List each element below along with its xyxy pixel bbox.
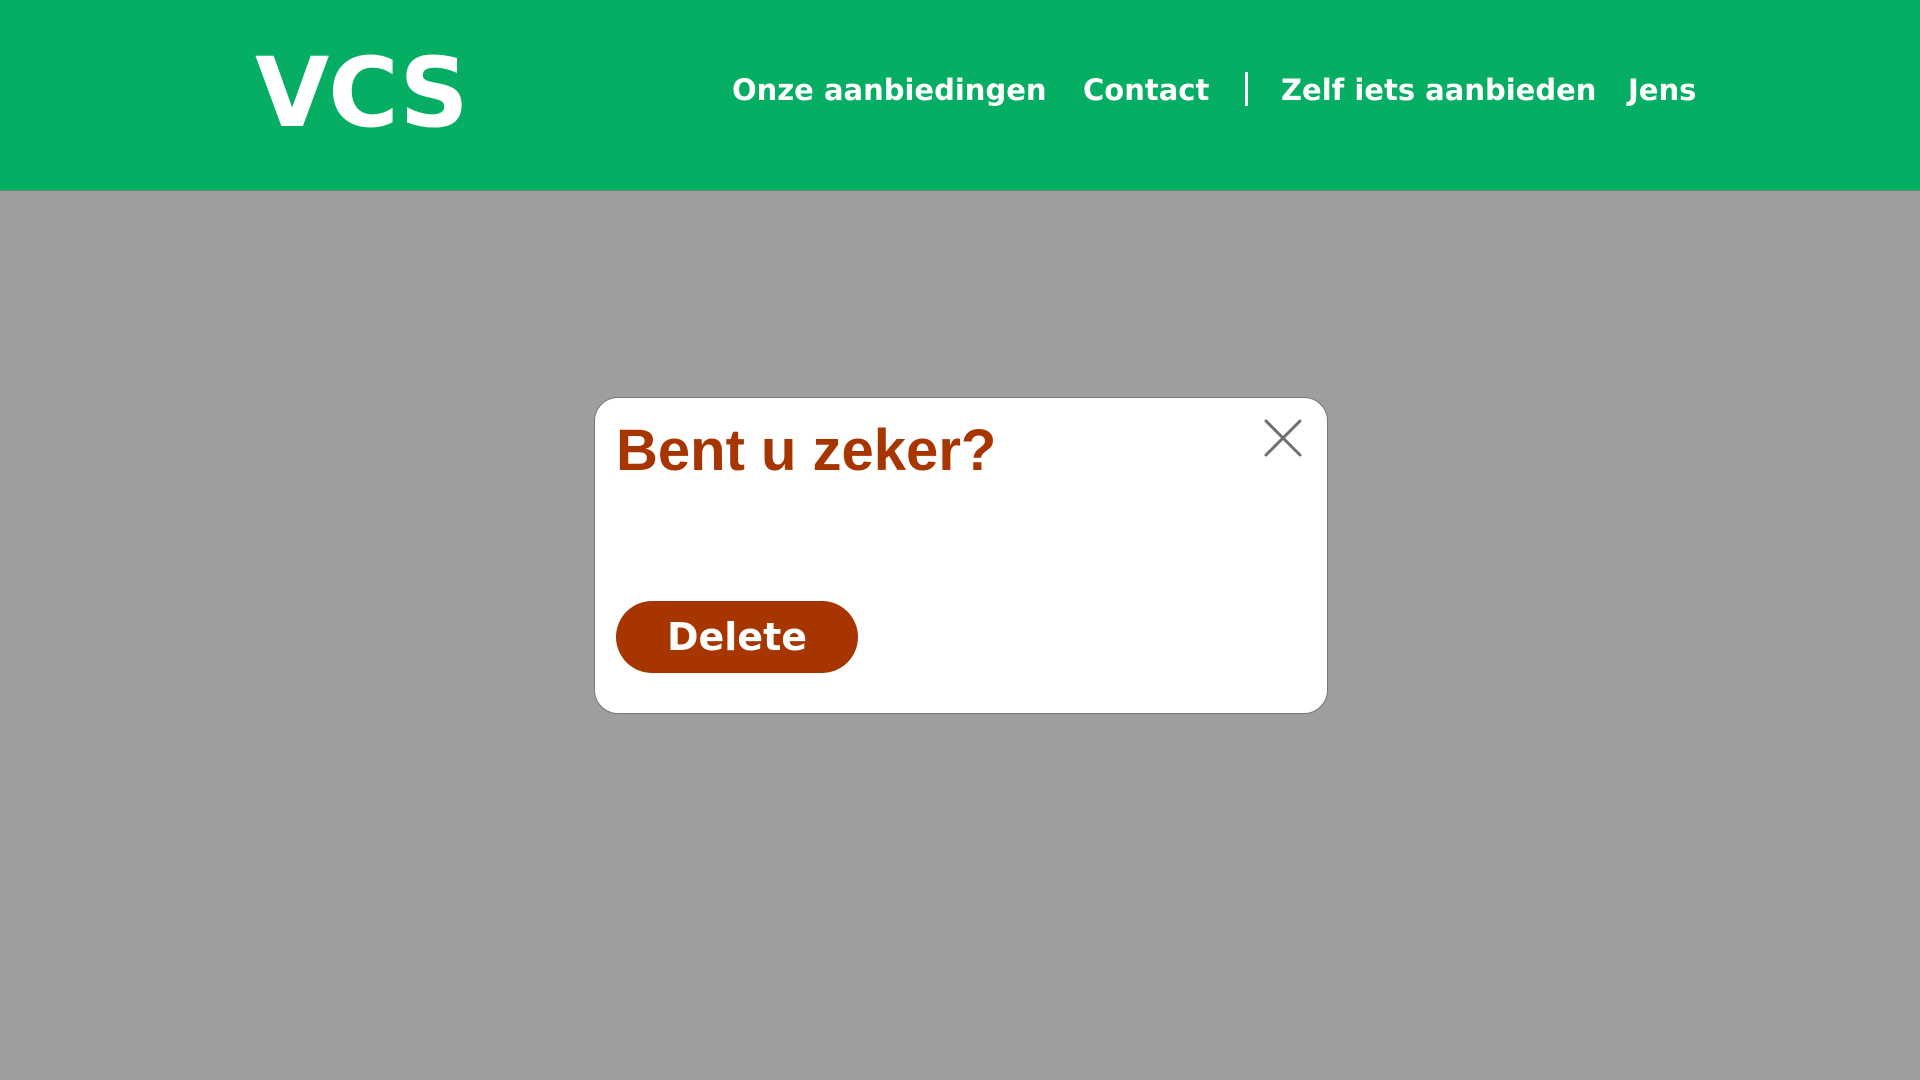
nav-divider [1245, 72, 1248, 106]
nav-link-user[interactable]: Jens [1628, 70, 1696, 110]
nav-link-offer-yourself[interactable]: Zelf iets aanbieden [1281, 70, 1596, 110]
nav-link-contact[interactable]: Contact [1083, 70, 1209, 110]
delete-button[interactable]: Delete [616, 601, 858, 673]
site-header: VCS Onze aanbiedingen Contact Zelf iets … [0, 0, 1920, 191]
close-icon [1264, 419, 1302, 457]
nav-link-offers[interactable]: Onze aanbiedingen [732, 70, 1047, 110]
confirmation-dialog: Bent u zeker? Delete [594, 397, 1328, 714]
close-button[interactable] [1262, 417, 1304, 459]
site-logo[interactable]: VCS [255, 33, 469, 153]
dialog-title: Bent u zeker? [616, 418, 997, 483]
